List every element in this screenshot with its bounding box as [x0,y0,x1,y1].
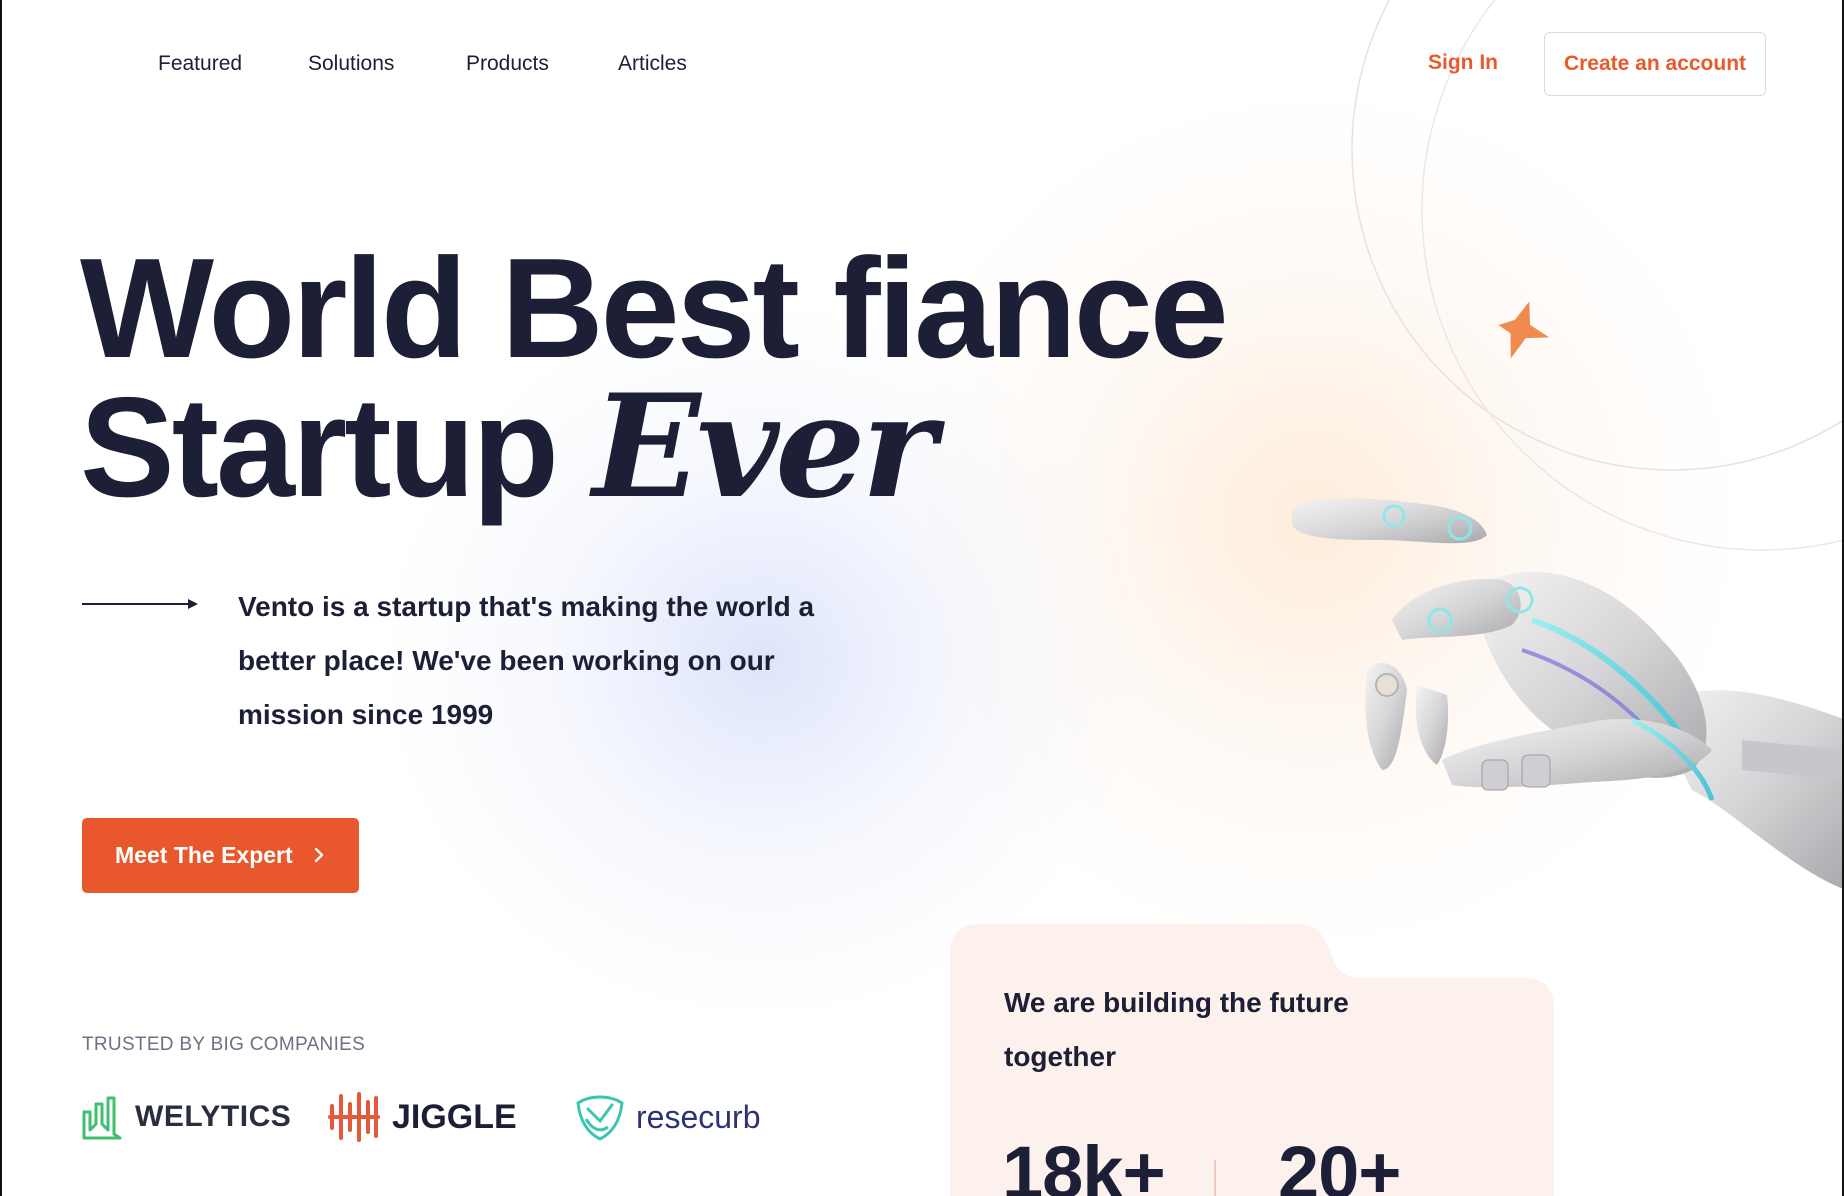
logo-jiggle: JIGGLE [328,1092,517,1142]
meet-the-expert-button[interactable]: Meet The Expert [82,818,359,893]
card-title: We are building the future together [1004,987,1349,1072]
logo-welytics-name: WELYTICS [135,1100,292,1133]
trusted-by-label: TRUSTED BY BIG COMPANIES [82,1034,366,1055]
page: Featured Solutions Products Articles Sig… [0,0,1844,1196]
bar-chart-icon [82,1096,122,1140]
robot-hand-illustration [1292,498,1842,889]
shield-icon [576,1095,624,1141]
logo-welytics: WELYTICS [82,1092,291,1142]
logo-jiggle-name: JIGGLE [392,1097,517,1136]
stat-value: 18k+ [1002,1131,1166,1196]
cta-label: Meet The Expert [115,842,293,868]
hero-heading-line-1: World Best fiance [80,229,1229,388]
stat-divider [1214,1160,1216,1196]
soundwave-icon [328,1092,380,1142]
create-account-button[interactable]: Create an account [1544,32,1766,96]
hero-heading-word: Startup [80,368,559,527]
chevron-right-icon [314,847,324,863]
hero-heading-line-2: Startup Ever [80,376,936,519]
sign-in-link[interactable]: Sign In [1428,51,1498,75]
nav-link-solutions[interactable]: Solutions [308,52,394,76]
nav-link-articles[interactable]: Articles [618,52,687,76]
nav-link-featured[interactable]: Featured [158,52,242,76]
logo-resecurb: resecurb [574,1092,761,1142]
hero-description: Vento is a startup that's making the wor… [238,591,815,730]
stat-value: 20+ [1278,1131,1402,1196]
arrow-right-icon [82,599,198,609]
top-nav: Featured Solutions Products Articles Sig… [2,0,1842,130]
star-icon [1498,301,1550,359]
nav-link-products[interactable]: Products [466,52,549,76]
logo-resecurb-name: resecurb [636,1098,761,1135]
hero-heading-italic-word: Ever [592,364,936,530]
